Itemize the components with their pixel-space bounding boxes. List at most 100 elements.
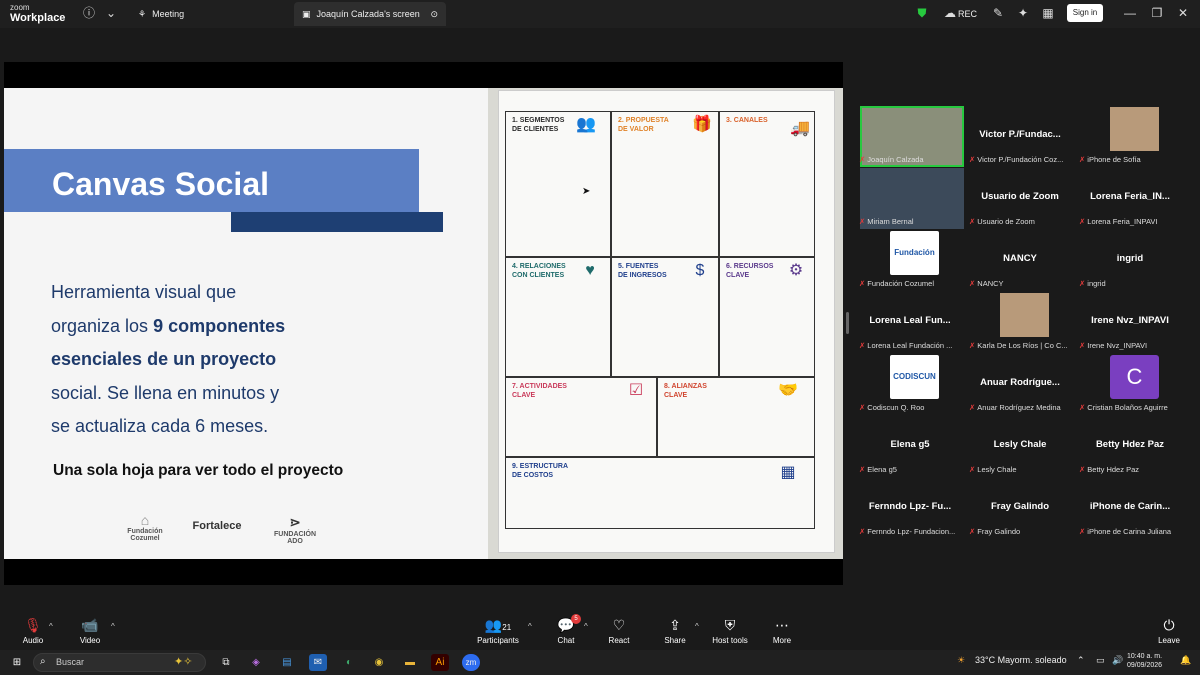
info-icon[interactable]: ⓘ	[82, 6, 96, 20]
participant-logo-avatar: Fundación	[890, 231, 939, 275]
participant-tile[interactable]: Irene Nvz_INPAVI ✗ Irene Nvz_INPAVI	[1075, 291, 1185, 353]
shared-screen: Canvas Social Herramienta visual que org…	[4, 62, 843, 585]
participant-tile[interactable]: Lesly Chale ✗ Lesly Chale	[965, 415, 1075, 477]
participant-tile[interactable]: ✗ Joaquín Calzada	[855, 105, 965, 167]
panel-resize-handle[interactable]	[846, 312, 849, 334]
participant-display-name: Victor P./Fundac...	[979, 129, 1061, 140]
participant-tile[interactable]: CODISCUN ✗ Codiscun Q. Roo	[855, 353, 965, 415]
sparkle-icon[interactable]: ✦	[1016, 6, 1030, 20]
more-options-icon[interactable]: ⊙	[430, 9, 438, 20]
store-icon[interactable]: ▤	[278, 654, 296, 671]
weather-text[interactable]: 33°C Mayorm. soleado	[975, 655, 1067, 665]
mic-muted-icon: ✗	[969, 217, 976, 226]
maximize-icon[interactable]: ❐	[1150, 6, 1164, 20]
volume-icon[interactable]: 🔊	[1112, 655, 1123, 666]
canvas-cell-label: 5. FUENTES DE INGRESOS	[618, 263, 667, 279]
more-icon: ⋯	[775, 617, 789, 633]
audio-options-caret[interactable]: ^	[49, 622, 53, 631]
participant-tile[interactable]: Usuario de Zoom ✗ Usuario de Zoom	[965, 167, 1075, 229]
participant-tile[interactable]: Betty Hdez Paz ✗ Betty Hdez Paz	[1075, 415, 1185, 477]
copilot-icon[interactable]: ◈	[247, 654, 265, 671]
fundacion-cozumel-logo: ⌂ Fundación Cozumel	[127, 512, 163, 542]
task-view-icon[interactable]: ⧉	[217, 654, 235, 671]
layout-icon[interactable]: ▦	[1041, 6, 1055, 20]
canvas-cell-label: 1. SEGMENTOS DE CLIENTES	[512, 117, 565, 133]
participant-tile[interactable]: Victor P./Fundac... ✗ Victor P./Fundación …	[965, 105, 1075, 167]
fundacion-ado-logo: ⋗ FUNDACIÓN ADO	[274, 514, 316, 545]
close-icon[interactable]: ✕	[1176, 6, 1190, 20]
participant-video	[1110, 107, 1159, 151]
participant-tile[interactable]: ✗ Miriam Bernal	[855, 167, 965, 229]
edge-icon[interactable]: ◐	[340, 654, 358, 671]
windows-taskbar: ⊞ ⌕ Buscar ✦✧ ⧉ ◈ ▤ ✉ ◐ ◉ ▬ Ai zm ☀ 33°C…	[0, 650, 1200, 675]
participant-tile[interactable]: ✗ Karla De Los Ríos | Co C...	[965, 291, 1075, 353]
participant-tile[interactable]: NANCY ✗ NANCY	[965, 229, 1075, 291]
truck-icon: 🚚	[790, 120, 810, 137]
leave-button[interactable]: ⏻ Leave	[1139, 616, 1199, 645]
presentation-slide: Canvas Social Herramienta visual que org…	[4, 88, 488, 559]
participant-display-name: Lorena Feria_IN...	[1090, 191, 1170, 202]
participant-tile[interactable]: ingrid ✗ ingrid	[1075, 229, 1185, 291]
canvas-board: 1. SEGMENTOS DE CLIENTES 👥 2. PROPUESTA DE…	[498, 90, 835, 553]
participant-name-label: ✗ Fernndo Lpz- Fundacion...	[859, 527, 956, 536]
participant-tile[interactable]: Lorena Leal Fun... ✗ Lorena Leal Fundación…	[855, 291, 965, 353]
taskbar-search[interactable]: ⌕ Buscar ✦✧	[33, 653, 206, 672]
participant-name-label: ✗ Usuario de Zoom	[969, 217, 1035, 226]
participant-tile[interactable]: Fernndo Lpz- Fu... ✗ Fernndo Lpz- Fundacio…	[855, 477, 965, 539]
mic-muted-icon: ✗	[1079, 155, 1086, 164]
illustrator-icon[interactable]: Ai	[431, 654, 449, 671]
minimize-icon[interactable]: —	[1123, 6, 1137, 20]
participant-display-name: Fray Galindo	[990, 501, 1050, 512]
share-options-caret[interactable]: ^	[695, 622, 699, 631]
chrome-icon[interactable]: ◉	[370, 654, 388, 671]
tab-meeting[interactable]: ⚘ Meeting	[130, 2, 192, 26]
weather-icon: ☀	[957, 655, 966, 665]
chevron-down-icon[interactable]: ⌄	[104, 6, 118, 20]
clock[interactable]: 10:40 a. m. 09/09/2026	[1127, 652, 1162, 670]
participant-name-label: ✗ Codiscun Q. Roo	[859, 403, 925, 412]
react-button[interactable]: ♡ React	[589, 616, 649, 645]
audio-button[interactable]: 🎙 Audio	[3, 616, 63, 645]
participant-display-name: ingrid	[1116, 253, 1144, 264]
mic-muted-icon: ✗	[1079, 527, 1086, 536]
windows-start-icon[interactable]: ⊞	[8, 654, 26, 671]
canvas-cell-label: 7. ACTIVIDADES CLAVE	[512, 383, 567, 399]
zoom-taskbar-icon[interactable]: zm	[462, 654, 480, 671]
participant-name-label: ✗ Cristian Bolaños Aguirre	[1079, 403, 1168, 412]
more-button[interactable]: ⋯ More	[752, 616, 812, 645]
notifications-icon[interactable]: 🔔	[1180, 655, 1191, 666]
host-tools-button[interactable]: ⛨ Host tools	[700, 616, 760, 645]
participant-display-name: Lesly Chale	[993, 439, 1047, 450]
canvas-cell: 6. RECURSOS CLAVE ⚙	[719, 257, 815, 377]
participant-tile[interactable]: Elena g5 ✗ Elena g5	[855, 415, 965, 477]
participant-tile[interactable]: Fundación ✗ Fundación Cozumel	[855, 229, 965, 291]
fortalece-logo: Fortalece	[192, 520, 242, 532]
mic-muted-icon: ✗	[859, 155, 866, 164]
participants-button[interactable]: 👥21 Participants	[468, 616, 528, 645]
tray-chevron-icon[interactable]: ⌃	[1077, 655, 1085, 666]
participants-options-caret[interactable]: ^	[528, 622, 532, 631]
rec-indicator[interactable]: REC	[950, 2, 985, 26]
participant-tile[interactable]: Lorena Feria_IN... ✗ Lorena Feria_INPAVI	[1075, 167, 1185, 229]
participant-tile[interactable]: Anuar Rodrígue... ✗ Anuar Rodríguez Medina	[965, 353, 1075, 415]
meeting-icon: ⚘	[138, 8, 147, 19]
participant-display-name: iPhone de Carin...	[1089, 501, 1171, 512]
network-icon[interactable]: ▭	[1096, 655, 1105, 666]
canvas-cell-label: 2. PROPUESTA DE VALOR	[618, 117, 669, 133]
file-explorer-icon[interactable]: ▬	[401, 654, 419, 671]
outlook-icon[interactable]: ✉	[309, 654, 327, 671]
participant-tile[interactable]: C ✗ Cristian Bolaños Aguirre	[1075, 353, 1185, 415]
participant-name-label: ✗ Victor P./Fundación Coz...	[969, 155, 1064, 164]
leave-icon: ⏻	[1163, 617, 1175, 633]
sign-in-button[interactable]: Sign in	[1067, 4, 1103, 22]
heart-icon: ♥	[585, 262, 595, 279]
tab-shared-screen[interactable]: ▣ Joaquín Calzada's screen ⊙	[294, 2, 446, 26]
shield-icon[interactable]: ⛊	[915, 6, 929, 20]
participant-tile[interactable]: Fray Galindo ✗ Fray Galindo	[965, 477, 1075, 539]
participant-name-label: ✗ iPhone de Sofía	[1079, 155, 1141, 164]
video-options-caret[interactable]: ^	[111, 622, 115, 631]
pen-icon[interactable]: ✎	[991, 6, 1005, 20]
chat-options-caret[interactable]: ^	[584, 622, 588, 631]
participant-tile[interactable]: iPhone de Carin... ✗ iPhone de Carina Juli…	[1075, 477, 1185, 539]
participant-tile[interactable]: ✗ iPhone de Sofía	[1075, 105, 1185, 167]
